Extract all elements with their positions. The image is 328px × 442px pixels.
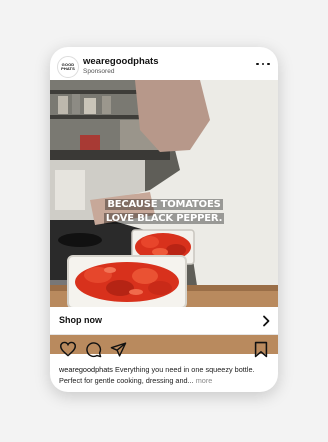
more-options-icon[interactable] (256, 59, 270, 69)
shop-now-label: Shop now (59, 315, 102, 325)
post-header: GOOD PHATS wearegoodphats Sponsored (50, 47, 278, 80)
avatar-logo: GOOD PHATS (61, 63, 75, 71)
avatar[interactable]: GOOD PHATS (57, 56, 79, 78)
caption-more-link[interactable]: more (196, 376, 213, 385)
sponsored-label: Sponsored (83, 68, 115, 75)
heart-icon[interactable] (59, 341, 77, 357)
comment-icon[interactable] (85, 341, 102, 358)
account-username[interactable]: wearegoodphats (83, 56, 159, 67)
caption-username[interactable]: wearegoodphats (59, 365, 113, 374)
avatar-logo-line-2: PHATS (61, 66, 75, 71)
video-caption-line-2: LOVE BLACK PEPPER. (103, 213, 225, 224)
send-icon[interactable] (110, 341, 127, 358)
video-caption-line-1: BECAUSE TOMATOES (105, 199, 223, 210)
chevron-right-icon (263, 315, 270, 327)
bookmark-icon[interactable] (254, 341, 268, 358)
post-caption: wearegoodphats Everything you need in on… (59, 364, 273, 386)
ad-post-card: GOOD PHATS wearegoodphats Sponsored BECA… (50, 47, 278, 392)
shop-now-button[interactable]: Shop now (50, 307, 278, 335)
